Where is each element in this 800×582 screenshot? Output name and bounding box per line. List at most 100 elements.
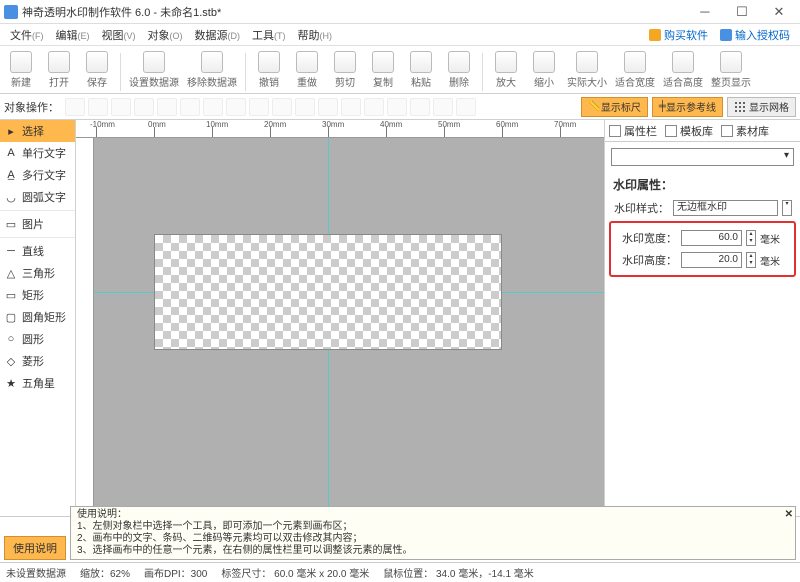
zoom-out-icon xyxy=(533,51,555,73)
toggle-guides[interactable]: ╪显示参考线 xyxy=(652,97,723,117)
tb-zoom-actual[interactable]: 实际大小 xyxy=(565,49,609,91)
help-close-icon[interactable]: ✕ xyxy=(785,509,793,521)
tool-roundrect[interactable]: ▢圆角矩形 xyxy=(0,306,75,328)
tb-fit-w[interactable]: 适合宽度 xyxy=(613,49,657,91)
set-ds-icon xyxy=(143,51,165,73)
tb-fit-h[interactable]: 适合高度 xyxy=(661,49,705,91)
tb-delete[interactable]: 删除 xyxy=(442,49,476,91)
tool-text-single[interactable]: A单行文字 xyxy=(0,142,75,164)
style-value[interactable]: 无边框水印 xyxy=(673,200,778,216)
tb-new[interactable]: 新建 xyxy=(4,49,38,91)
prop-height: 水印高度： 20.0 ▴▾ 毫米 xyxy=(613,249,792,271)
tb-undo[interactable]: 撤销 xyxy=(252,49,286,91)
op-icon-0 xyxy=(65,98,85,116)
tb-redo[interactable]: 重做 xyxy=(290,49,324,91)
cart-icon xyxy=(649,29,661,41)
menu-帮助[interactable]: 帮助(H) xyxy=(292,25,339,45)
assets-icon xyxy=(721,125,733,137)
ruler-horizontal: -30mm-20mm-10mm0mm10mm20mm30mm40mm50mm60… xyxy=(76,120,604,138)
tb-rm-ds[interactable]: 移除数据源 xyxy=(185,49,239,91)
menu-数据源[interactable]: 数据源(D) xyxy=(189,25,247,45)
tool-star[interactable]: ★五角星 xyxy=(0,372,75,394)
cut-icon xyxy=(334,51,356,73)
height-input[interactable]: 20.0 xyxy=(681,252,742,268)
tb-set-ds[interactable]: 设置数据源 xyxy=(127,49,181,91)
menu-视图[interactable]: 视图(V) xyxy=(96,25,142,45)
triangle-icon: △ xyxy=(4,266,18,280)
save-icon xyxy=(86,51,108,73)
undo-icon xyxy=(258,51,280,73)
status-zoom: 缩放：62% xyxy=(80,565,130,580)
fullscreen-icon xyxy=(720,51,742,73)
guides-icon: ╪ xyxy=(659,101,666,112)
artboard[interactable] xyxy=(154,234,502,350)
toggle-grid[interactable]: 显示网格 xyxy=(727,97,796,117)
style-dropdown-icon[interactable]: ▾ xyxy=(782,200,792,216)
help-button[interactable]: 使用说明 xyxy=(4,536,66,560)
menu-编辑[interactable]: 编辑(E) xyxy=(50,25,96,45)
close-button[interactable]: ✕ xyxy=(762,4,796,20)
height-spinner[interactable]: ▴▾ xyxy=(746,252,756,268)
tool-image[interactable]: ▭图片 xyxy=(0,213,75,235)
redo-icon xyxy=(296,51,318,73)
buy-link[interactable]: 购买软件 xyxy=(643,27,714,43)
tab-templates[interactable]: 模板库 xyxy=(665,123,713,139)
minimize-button[interactable]: ─ xyxy=(688,4,722,19)
tool-circle[interactable]: ○圆形 xyxy=(0,328,75,350)
op-icon-6 xyxy=(203,98,223,116)
fit-h-icon xyxy=(672,51,694,73)
tb-zoom-in[interactable]: 放大 xyxy=(489,49,523,91)
op-icon-16 xyxy=(433,98,453,116)
op-icon-8 xyxy=(249,98,269,116)
size-highlight: 水印宽度： 60.0 ▴▾ 毫米 水印高度： 20.0 ▴▾ 毫米 xyxy=(609,221,796,277)
tb-zoom-out[interactable]: 缩小 xyxy=(527,49,561,91)
grid-icon xyxy=(734,101,746,113)
tool-triangle[interactable]: △三角形 xyxy=(0,262,75,284)
tool-diamond[interactable]: ◇菱形 xyxy=(0,350,75,372)
op-icon-12 xyxy=(341,98,361,116)
element-select[interactable] xyxy=(611,148,794,166)
tool-rect[interactable]: ▭矩形 xyxy=(0,284,75,306)
tool-text-multi[interactable]: A̲多行文字 xyxy=(0,164,75,186)
tb-cut[interactable]: 剪切 xyxy=(328,49,362,91)
status-size: 标签尺寸： 60.0 毫米 x 20.0 毫米 xyxy=(221,565,369,580)
help-box: ✕ 使用说明： 1、左侧对象栏中选择一个工具，即可添加一个元素到画布区； 2、画… xyxy=(70,506,796,560)
tb-save[interactable]: 保存 xyxy=(80,49,114,91)
tb-paste[interactable]: 粘贴 xyxy=(404,49,438,91)
window-title: 神奇透明水印制作软件 6.0 - 未命名1.stb* xyxy=(22,4,688,20)
tool-text-arc[interactable]: ◡圆弧文字 xyxy=(0,186,75,208)
rect-icon: ▭ xyxy=(4,288,18,302)
canvas[interactable] xyxy=(94,138,604,516)
tb-copy[interactable]: 复制 xyxy=(366,49,400,91)
width-input[interactable]: 60.0 xyxy=(681,230,742,246)
zoom-actual-icon xyxy=(576,51,598,73)
op-icon-17 xyxy=(456,98,476,116)
op-icon-9 xyxy=(272,98,292,116)
toggle-ruler[interactable]: 📏显示标尺 xyxy=(581,97,647,117)
titlebar: 神奇透明水印制作软件 6.0 - 未命名1.stb* ─ ☐ ✕ xyxy=(0,0,800,24)
tool-line[interactable]: ─直线 xyxy=(0,240,75,262)
op-icon-15 xyxy=(410,98,430,116)
op-icon-3 xyxy=(134,98,154,116)
tool-select[interactable]: ▸选择 xyxy=(0,120,75,142)
tb-fullscreen[interactable]: 整页显示 xyxy=(709,49,753,91)
fit-w-icon xyxy=(624,51,646,73)
right-tabs: 属性栏 模板库 素材库 xyxy=(605,120,800,142)
roundrect-icon: ▢ xyxy=(4,310,18,324)
tab-assets[interactable]: 素材库 xyxy=(721,123,769,139)
help-line-3: 3、选择画布中的任意一个元素，在右侧的属性栏里可以调整该元素的属性。 xyxy=(77,545,789,557)
ruler-icon: 📏 xyxy=(588,101,600,112)
status-mouse: 鼠标位置： 34.0 毫米，-14.1 毫米 xyxy=(383,565,534,580)
tb-open[interactable]: 打开 xyxy=(42,49,76,91)
enter-code-link[interactable]: 输入授权码 xyxy=(714,27,796,43)
op-icon-4 xyxy=(157,98,177,116)
tab-properties[interactable]: 属性栏 xyxy=(609,123,657,139)
menu-工具[interactable]: 工具(T) xyxy=(246,25,292,45)
menu-文件[interactable]: 文件(F) xyxy=(4,25,50,45)
maximize-button[interactable]: ☐ xyxy=(725,4,759,20)
templates-icon xyxy=(665,125,677,137)
section-title: 水印属性： xyxy=(605,172,800,197)
menu-对象[interactable]: 对象(O) xyxy=(142,25,189,45)
help-bar: 使用说明 ✕ 使用说明： 1、左侧对象栏中选择一个工具，即可添加一个元素到画布区… xyxy=(0,516,800,562)
width-spinner[interactable]: ▴▾ xyxy=(746,230,756,246)
